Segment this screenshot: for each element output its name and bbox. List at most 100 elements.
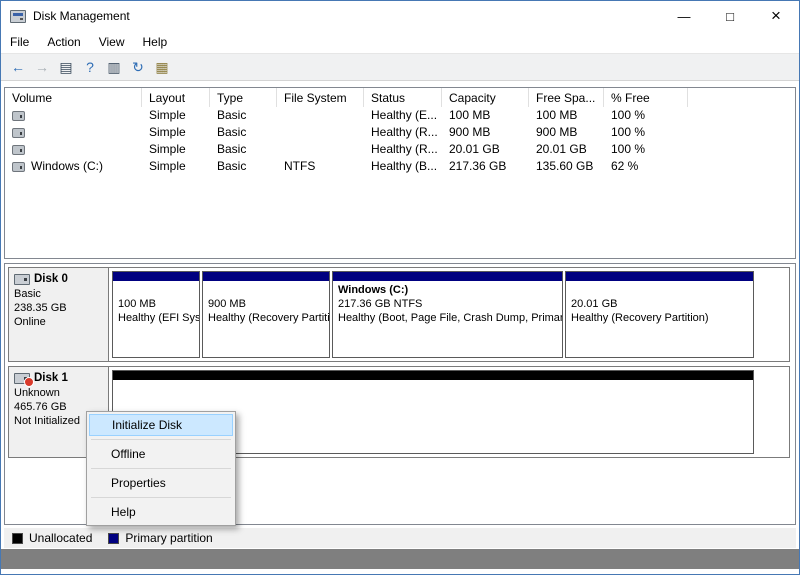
partition-status: Healthy (Boot, Page File, Crash Dump, Pr… xyxy=(338,312,562,324)
unallocated-color-band xyxy=(113,371,753,380)
cell-status: Healthy (R... xyxy=(371,142,438,156)
partition-block-windows-c[interactable]: Windows (C:) 217.36 GB NTFS Healthy (Boo… xyxy=(332,271,563,358)
context-menu-item-offline[interactable]: Offline xyxy=(89,443,233,465)
menu-action[interactable]: Action xyxy=(38,32,89,52)
disk-name: Disk 0 xyxy=(34,273,68,285)
cell-status: Healthy (B... xyxy=(371,159,438,173)
cell-capacity: 20.01 GB xyxy=(449,142,500,156)
menu-help[interactable]: Help xyxy=(134,32,177,52)
cell-file-system: NTFS xyxy=(284,159,316,173)
column-header-pct-free[interactable]: % Free xyxy=(604,88,688,107)
cell-type: Basic xyxy=(217,142,247,156)
cell-type: Basic xyxy=(217,108,247,122)
cell-type: Basic xyxy=(217,159,247,173)
volume-icon xyxy=(12,144,25,155)
cell-capacity: 100 MB xyxy=(449,108,491,122)
maximize-button[interactable]: □ xyxy=(707,1,753,31)
cell-capacity: 217.36 GB xyxy=(449,159,507,173)
partition-title: Windows (C:) xyxy=(338,284,409,296)
partition-block[interactable]: 20.01 GB Healthy (Recovery Partition) xyxy=(565,271,754,358)
cell-status: Healthy (R... xyxy=(371,125,438,139)
context-menu: Initialize Disk Offline Properties Help xyxy=(86,411,236,526)
volume-row[interactable]: Simple Basic Healthy (R... 900 MB 900 MB… xyxy=(5,124,795,141)
menu-view[interactable]: View xyxy=(90,32,134,52)
column-header-free-space[interactable]: Free Spa... xyxy=(529,88,604,107)
partition-size: 217.36 GB NTFS xyxy=(338,298,423,310)
cell-pct-free: 100 % xyxy=(611,108,646,122)
disk-properties-icon[interactable]: ▦ xyxy=(151,57,173,77)
menu-bar: File Action View Help xyxy=(1,31,799,53)
partition-title xyxy=(571,283,753,297)
disk-status: Online xyxy=(14,316,46,328)
volume-icon xyxy=(12,127,25,138)
column-header-layout[interactable]: Layout xyxy=(142,88,210,107)
partition-block[interactable]: 100 MB Healthy (EFI System Partition) xyxy=(112,271,200,358)
cell-file-system xyxy=(277,124,364,141)
column-header-status[interactable]: Status xyxy=(364,88,442,107)
primary-partition-legend-label: Primary partition xyxy=(125,531,213,545)
menu-separator xyxy=(91,497,231,498)
partition-color-band xyxy=(566,272,753,281)
volume-icon xyxy=(12,110,25,121)
cell-free-space: 135.60 GB xyxy=(536,159,594,173)
partition-color-band xyxy=(333,272,562,281)
help-icon[interactable]: ? xyxy=(79,57,101,77)
cell-file-system xyxy=(277,141,364,158)
column-header-type[interactable]: Type xyxy=(210,88,277,107)
cell-file-system xyxy=(277,107,364,124)
partition-size: 100 MB xyxy=(118,298,156,310)
cell-free-space: 900 MB xyxy=(536,125,578,139)
partition-title xyxy=(208,283,329,297)
cell-capacity: 900 MB xyxy=(449,125,491,139)
cell-type: Basic xyxy=(217,125,247,139)
volume-row[interactable]: Simple Basic Healthy (R... 20.01 GB 20.0… xyxy=(5,141,795,158)
context-menu-item-properties[interactable]: Properties xyxy=(89,472,233,494)
column-header-capacity[interactable]: Capacity xyxy=(442,88,529,107)
partition-color-band xyxy=(113,272,199,281)
unallocated-legend-swatch xyxy=(12,532,23,544)
volume-icon xyxy=(12,161,25,172)
partition-status: Healthy (Recovery Partition) xyxy=(208,312,330,324)
show-action-pane-icon[interactable]: ▥ xyxy=(103,57,125,77)
refresh-icon[interactable]: ↻ xyxy=(127,57,149,77)
cell-layout: Simple xyxy=(149,125,186,139)
volume-name: Windows (C:) xyxy=(31,159,104,173)
disk-icon xyxy=(14,273,30,285)
show-console-tree-icon[interactable]: ▤ xyxy=(55,57,77,77)
partition-block[interactable]: 900 MB Healthy (Recovery Partition) xyxy=(202,271,330,358)
volume-row[interactable]: Windows (C:) Simple Basic NTFS Healthy (… xyxy=(5,158,795,175)
volume-row[interactable]: Simple Basic Healthy (E... 100 MB 100 MB… xyxy=(5,107,795,124)
column-header-filler xyxy=(688,88,795,107)
status-strip xyxy=(1,549,799,569)
cell-layout: Simple xyxy=(149,159,186,173)
menu-separator xyxy=(91,468,231,469)
close-button[interactable]: × xyxy=(753,1,799,31)
column-header-volume[interactable]: Volume xyxy=(5,88,142,107)
minimize-button[interactable]: — xyxy=(661,1,707,31)
cell-pct-free: 100 % xyxy=(611,125,646,139)
partition-color-band xyxy=(203,272,329,281)
disk-type: Unknown xyxy=(14,387,60,399)
cell-free-space: 20.01 GB xyxy=(536,142,587,156)
menu-file[interactable]: File xyxy=(1,32,38,52)
cell-layout: Simple xyxy=(149,142,186,156)
primary-partition-legend-swatch xyxy=(108,532,120,544)
back-icon[interactable]: ← xyxy=(7,57,29,77)
disk0-header[interactable]: Disk 0 Basic 238.35 GB Online xyxy=(9,268,109,361)
disk-name: Disk 1 xyxy=(34,372,68,384)
partition-size: 20.01 GB xyxy=(571,298,618,310)
legend-bar: Unallocated Primary partition xyxy=(4,528,796,548)
context-menu-item-initialize-disk[interactable]: Initialize Disk xyxy=(89,414,233,436)
window-title: Disk Management xyxy=(33,9,130,23)
forward-icon[interactable]: → xyxy=(31,57,53,77)
unallocated-legend-label: Unallocated xyxy=(29,531,93,545)
context-menu-item-help[interactable]: Help xyxy=(89,501,233,523)
volume-list-header: Volume Layout Type File System Status Ca… xyxy=(5,88,795,107)
column-header-file-system[interactable]: File System xyxy=(277,88,364,107)
cell-pct-free: 100 % xyxy=(611,142,646,156)
partition-status: Healthy (EFI System Partition) xyxy=(118,312,200,324)
menu-separator xyxy=(91,439,231,440)
app-icon xyxy=(10,9,26,23)
disk-size: 238.35 GB xyxy=(14,302,67,314)
disk0-partitions: 100 MB Healthy (EFI System Partition) 90… xyxy=(109,268,789,361)
